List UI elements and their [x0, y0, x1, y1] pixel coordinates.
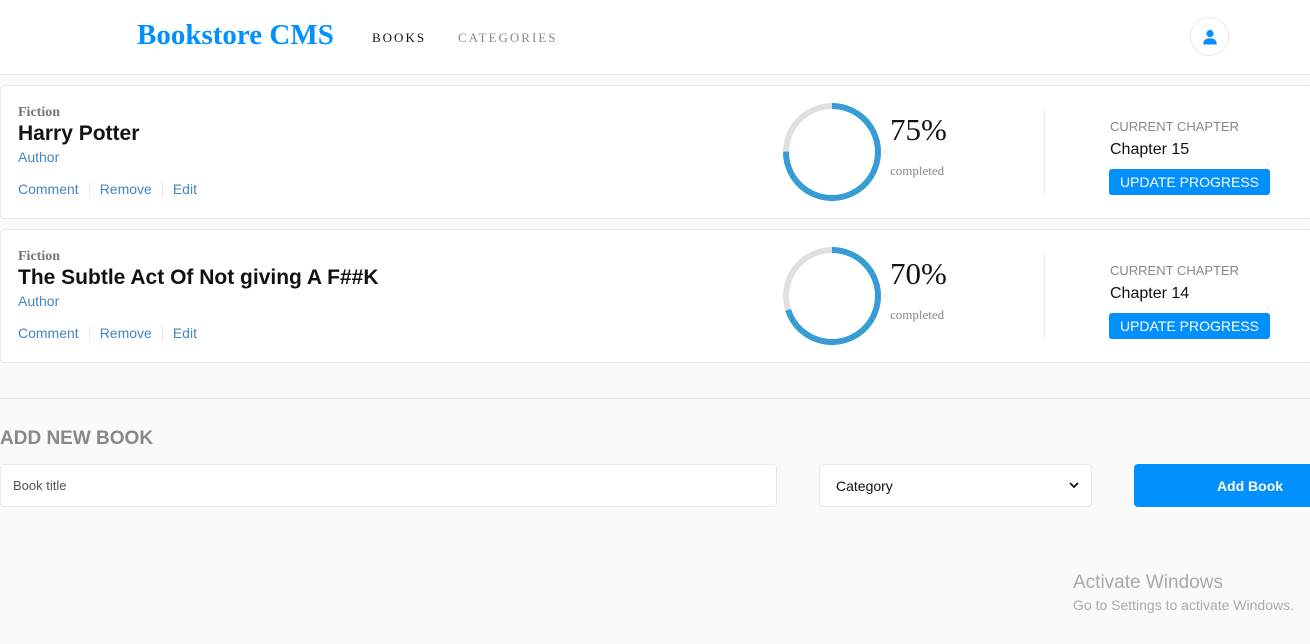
current-chapter: Chapter 15	[1110, 141, 1190, 158]
book-genre: Fiction	[18, 249, 60, 264]
category-select[interactable]: Category	[819, 464, 1092, 507]
action-divider	[88, 181, 90, 197]
update-progress-button[interactable]: UPDATE PROGRESS	[1109, 169, 1270, 195]
book-title: Harry Potter	[18, 122, 140, 145]
user-profile-button[interactable]	[1190, 17, 1229, 56]
action-divider	[88, 325, 90, 341]
current-chapter: Chapter 14	[1110, 285, 1190, 302]
progress-percent: 75%	[890, 112, 947, 147]
add-book-button[interactable]: Add Book	[1134, 464, 1310, 507]
book-card: Fiction The Subtle Act Of Not giving A F…	[0, 229, 1310, 363]
remove-button[interactable]: Remove	[100, 325, 152, 341]
card-divider	[1044, 254, 1045, 338]
nav-link-categories[interactable]: CATEGORIES	[458, 30, 557, 46]
comment-button[interactable]: Comment	[18, 181, 79, 197]
progress-ring	[783, 103, 881, 201]
activate-windows-watermark: Activate Windows Go to Settings to activ…	[1073, 572, 1294, 613]
update-progress-button[interactable]: UPDATE PROGRESS	[1109, 313, 1270, 339]
book-author[interactable]: Author	[18, 149, 59, 165]
comment-button[interactable]: Comment	[18, 325, 79, 341]
book-actions: Comment Remove Edit	[18, 181, 197, 197]
app-logo[interactable]: Bookstore CMS	[137, 19, 334, 52]
category-select-value: Category	[836, 477, 893, 494]
section-divider	[0, 398, 1310, 399]
watermark-title: Activate Windows	[1073, 572, 1223, 593]
action-divider	[161, 325, 163, 341]
watermark-subtitle: Go to Settings to activate Windows.	[1073, 597, 1294, 613]
action-divider	[161, 181, 163, 197]
book-genre: Fiction	[18, 105, 60, 120]
card-divider	[1044, 110, 1045, 194]
edit-button[interactable]: Edit	[173, 325, 197, 341]
progress-ring	[783, 247, 881, 345]
add-book-heading: ADD NEW BOOK	[0, 428, 154, 449]
progress-percent: 70%	[890, 256, 947, 291]
book-card: Fiction Harry Potter Author Comment Remo…	[0, 85, 1310, 219]
user-icon	[1202, 29, 1217, 44]
progress-caption: completed	[890, 307, 945, 322]
nav-link-books[interactable]: BOOKS	[372, 30, 426, 46]
book-author[interactable]: Author	[18, 293, 59, 309]
book-title: The Subtle Act Of Not giving A F##K	[18, 266, 379, 289]
current-chapter-label: CURRENT CHAPTER	[1110, 119, 1240, 134]
edit-button[interactable]: Edit	[173, 181, 197, 197]
remove-button[interactable]: Remove	[100, 181, 152, 197]
book-actions: Comment Remove Edit	[18, 325, 197, 341]
chevron-down-icon	[1069, 482, 1079, 489]
book-title-input[interactable]	[0, 464, 777, 507]
app-header: Bookstore CMS BOOKS CATEGORIES	[0, 0, 1310, 75]
current-chapter-label: CURRENT CHAPTER	[1110, 263, 1240, 278]
progress-caption: completed	[890, 163, 945, 178]
